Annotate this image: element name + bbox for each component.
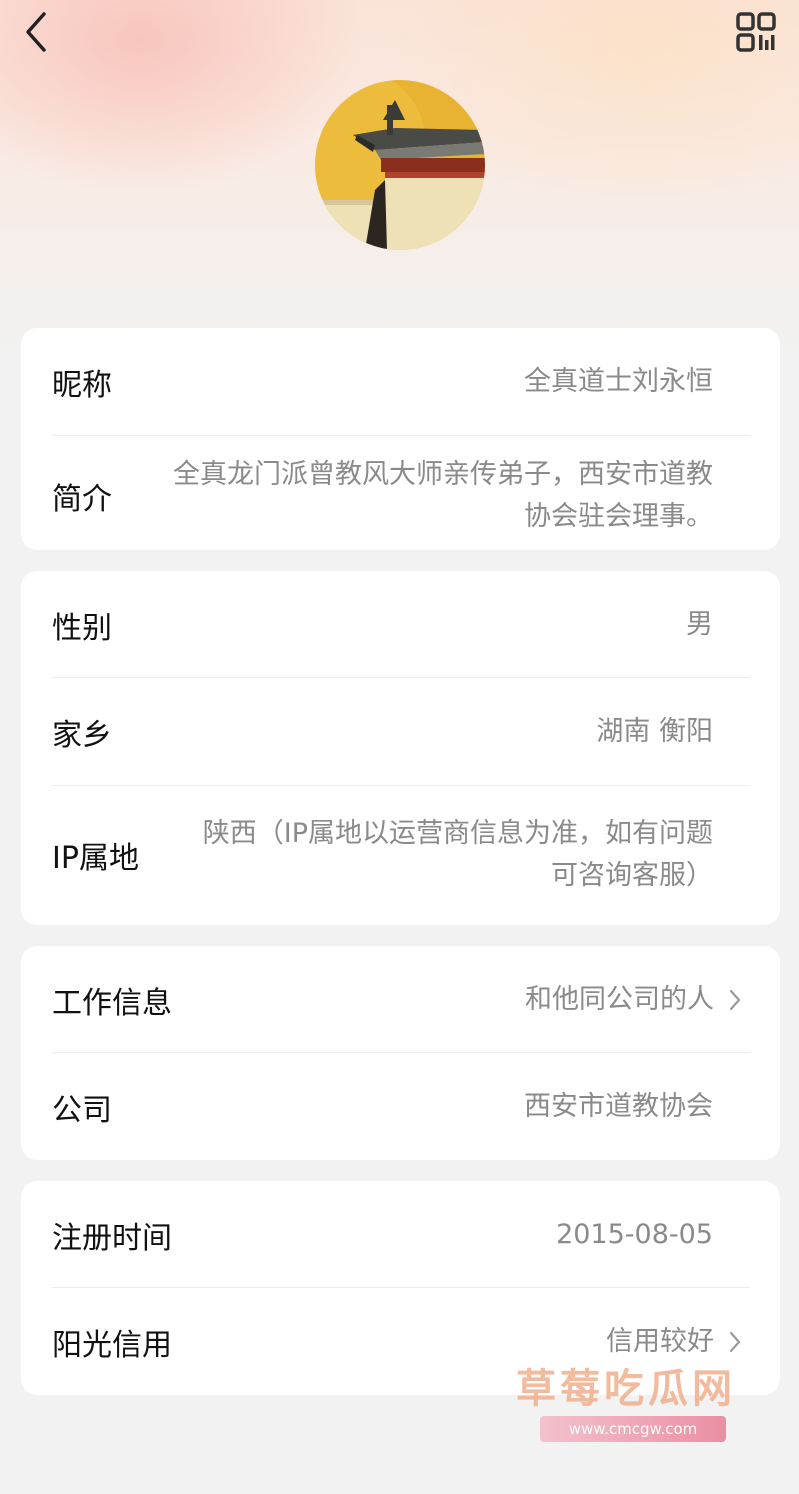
work-info-label: 工作信息 bbox=[52, 986, 172, 1021]
avatar[interactable] bbox=[315, 80, 485, 250]
gender-label: 性别 bbox=[52, 611, 112, 646]
hometown-label: 家乡 bbox=[52, 718, 112, 753]
ip-location-row: IP属地 陕西（IP属地以运营商信息为准，如有问题可咨询客服） bbox=[52, 811, 750, 899]
bio-value: 全真龙门派曾教风大师亲传弟子，西安市道教协会驻会理事。 bbox=[173, 459, 713, 532]
work-info-row[interactable]: 工作信息 和他同公司的人 bbox=[52, 966, 750, 1034]
watermark-text: 草莓吃瓜网 bbox=[516, 1366, 736, 1412]
gender-value: 男 bbox=[686, 609, 713, 640]
hometown-row: 家乡 湖南 衡阳 bbox=[52, 698, 750, 766]
qr-code-icon bbox=[736, 12, 776, 52]
gender-row: 性别 男 bbox=[52, 591, 750, 659]
bio-label: 简介 bbox=[52, 482, 112, 517]
nickname-value: 全真道士刘永恒 bbox=[524, 366, 713, 397]
divider bbox=[52, 435, 750, 436]
divider bbox=[52, 677, 750, 678]
watermark-url: www.cmcgw.com bbox=[540, 1416, 726, 1442]
company-label: 公司 bbox=[52, 1093, 112, 1128]
register-time-value: 2015-08-05 bbox=[556, 1219, 713, 1250]
back-button[interactable] bbox=[18, 10, 62, 54]
chevron-left-icon bbox=[26, 12, 46, 52]
personal-info-card: 性别 男 家乡 湖南 衡阳 IP属地 陕西（IP属地以运营商信息为准，如有问题可… bbox=[21, 571, 780, 925]
work-info-card: 工作信息 和他同公司的人 公司 西安市道教协会 bbox=[21, 946, 780, 1160]
ip-location-label: IP属地 bbox=[52, 841, 139, 876]
credit-label: 阳光信用 bbox=[52, 1328, 172, 1363]
basic-info-card: 昵称 全真道士刘永恒 简介 全真龙门派曾教风大师亲传弟子，西安市道教协会驻会理事… bbox=[21, 328, 780, 550]
qr-code-button[interactable] bbox=[732, 8, 780, 56]
bio-row: 简介 全真龙门派曾教风大师亲传弟子，西安市道教协会驻会理事。 bbox=[52, 452, 750, 540]
company-row: 公司 西安市道教协会 bbox=[52, 1073, 750, 1141]
avatar-image bbox=[315, 80, 485, 250]
divider bbox=[52, 1287, 750, 1288]
chevron-right-icon bbox=[729, 1331, 741, 1353]
register-time-row: 注册时间 2015-08-05 bbox=[52, 1201, 750, 1269]
divider bbox=[52, 1052, 750, 1053]
divider bbox=[52, 785, 750, 786]
chevron-right-icon bbox=[729, 989, 741, 1011]
nickname-row: 昵称 全真道士刘永恒 bbox=[52, 348, 750, 416]
work-info-link[interactable]: 和他同公司的人 bbox=[525, 979, 742, 1021]
company-value: 西安市道教协会 bbox=[524, 1091, 713, 1122]
hometown-value: 湖南 衡阳 bbox=[596, 716, 713, 747]
ip-location-value: 陕西（IP属地以运营商信息为准，如有问题可咨询客服） bbox=[202, 818, 713, 891]
nickname-label: 昵称 bbox=[52, 368, 112, 403]
work-info-value: 和他同公司的人 bbox=[525, 984, 714, 1015]
register-time-label: 注册时间 bbox=[52, 1221, 172, 1256]
